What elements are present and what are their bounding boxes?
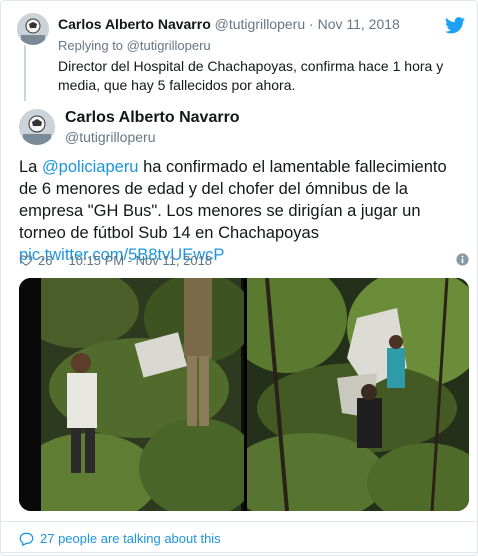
tweet-meta: 26 10:15 PM - Nov 11, 2018 xyxy=(19,251,469,269)
parent-name[interactable]: Carlos Alberto Navarro xyxy=(58,16,211,32)
thread-line xyxy=(24,45,26,101)
main-name[interactable]: Carlos Alberto Navarro xyxy=(65,109,240,127)
like-count[interactable]: 26 xyxy=(38,253,52,268)
main-handle[interactable]: @tutigrilloperu xyxy=(65,129,155,145)
mention-link[interactable]: @policiaperu xyxy=(42,158,139,176)
heart-icon[interactable] xyxy=(19,253,33,267)
accident-photo-right[interactable] xyxy=(247,278,469,511)
parent-date[interactable]: Nov 11, 2018 xyxy=(318,16,400,32)
bottom-border xyxy=(1,552,478,553)
reply-bubble-icon xyxy=(19,532,34,546)
parent-separator: · xyxy=(309,16,314,32)
parent-tweet[interactable]: Carlos Alberto Navarro @tutigrilloperu ·… xyxy=(58,15,468,95)
embedded-tweet-card: Carlos Alberto Navarro @tutigrilloperu ·… xyxy=(0,0,478,556)
talking-about-link[interactable]: 27 people are talking about this xyxy=(19,531,221,546)
parent-header: Carlos Alberto Navarro @tutigrilloperu ·… xyxy=(58,15,468,34)
replying-to[interactable]: Replying to @tutigrilloperu xyxy=(58,36,468,55)
tweet-media[interactable] xyxy=(19,278,469,511)
accident-photo-left[interactable] xyxy=(19,278,244,511)
main-tweet-text: La @policiaperu ha confirmado el lamenta… xyxy=(19,156,469,266)
main-avatar[interactable] xyxy=(19,109,55,145)
parent-handle[interactable]: @tutigrilloperu xyxy=(215,16,305,32)
info-icon[interactable] xyxy=(456,253,469,266)
parent-avatar[interactable] xyxy=(17,13,49,45)
talking-text[interactable]: 27 people are talking about this xyxy=(40,531,221,546)
parent-text: Director del Hospital de Chachapoyas, co… xyxy=(58,58,444,93)
twitter-bird-icon[interactable] xyxy=(445,17,465,34)
tweet-timestamp[interactable]: 10:15 PM - Nov 11, 2018 xyxy=(68,253,212,268)
footer-divider xyxy=(1,521,478,522)
main-text-prefix: La xyxy=(19,158,42,176)
